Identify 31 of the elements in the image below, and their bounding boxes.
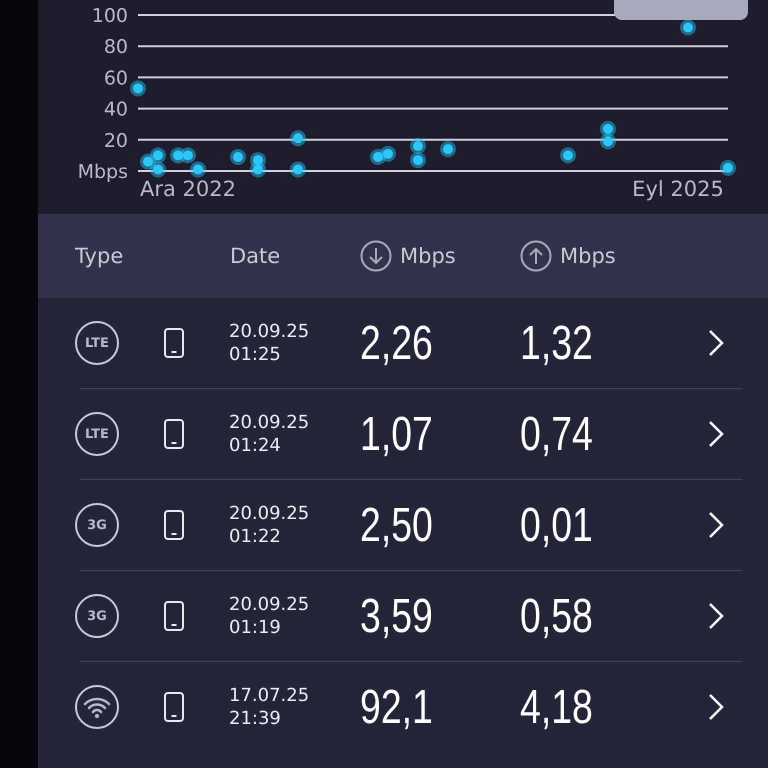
column-header[interactable]: Date [230,244,280,268]
test-date: 20.09.25 01:25 [229,320,310,366]
download-speed: 1,07 [360,406,433,462]
column-header[interactable]: Mbps [400,244,456,268]
axis-tick-label: 60 [104,67,128,90]
axis-tick-label: 100 [92,5,128,27]
network-badge: 3G [75,594,119,638]
test-date: 20.09.25 01:19 [229,593,310,639]
test-date: 20.09.25 01:22 [229,502,310,548]
axis-tick-label: Eyl 2025 [632,177,724,201]
download-speed: 2,50 [360,498,433,552]
network-badge: LTE [75,412,119,456]
axis-tick-label: 20 [104,130,128,152]
download-speed: 2,26 [360,316,433,370]
column-header[interactable]: Mbps [560,244,616,268]
network-badge: LTE [75,321,119,365]
network-badge: 3G [75,503,119,547]
upload-speed: 0,58 [520,588,593,644]
download-speed: 3,59 [360,588,433,644]
upload-speed: 1,32 [520,316,593,370]
axis-tick-label: Mbps [78,161,128,183]
test-date: 17.07.25 21:39 [229,684,310,730]
axis-tick-label: 40 [104,98,128,121]
upload-speed: 0,74 [520,406,593,462]
column-header[interactable]: Type [75,244,124,268]
axis-tick-label: Ara 2022 [140,177,236,201]
upload-speed: 0,01 [520,498,593,552]
upload-speed: 4,18 [520,680,593,734]
axis-tick-label: 80 [104,36,128,58]
test-date: 20.09.25 01:24 [229,411,310,457]
download-speed: 92,1 [360,680,433,734]
